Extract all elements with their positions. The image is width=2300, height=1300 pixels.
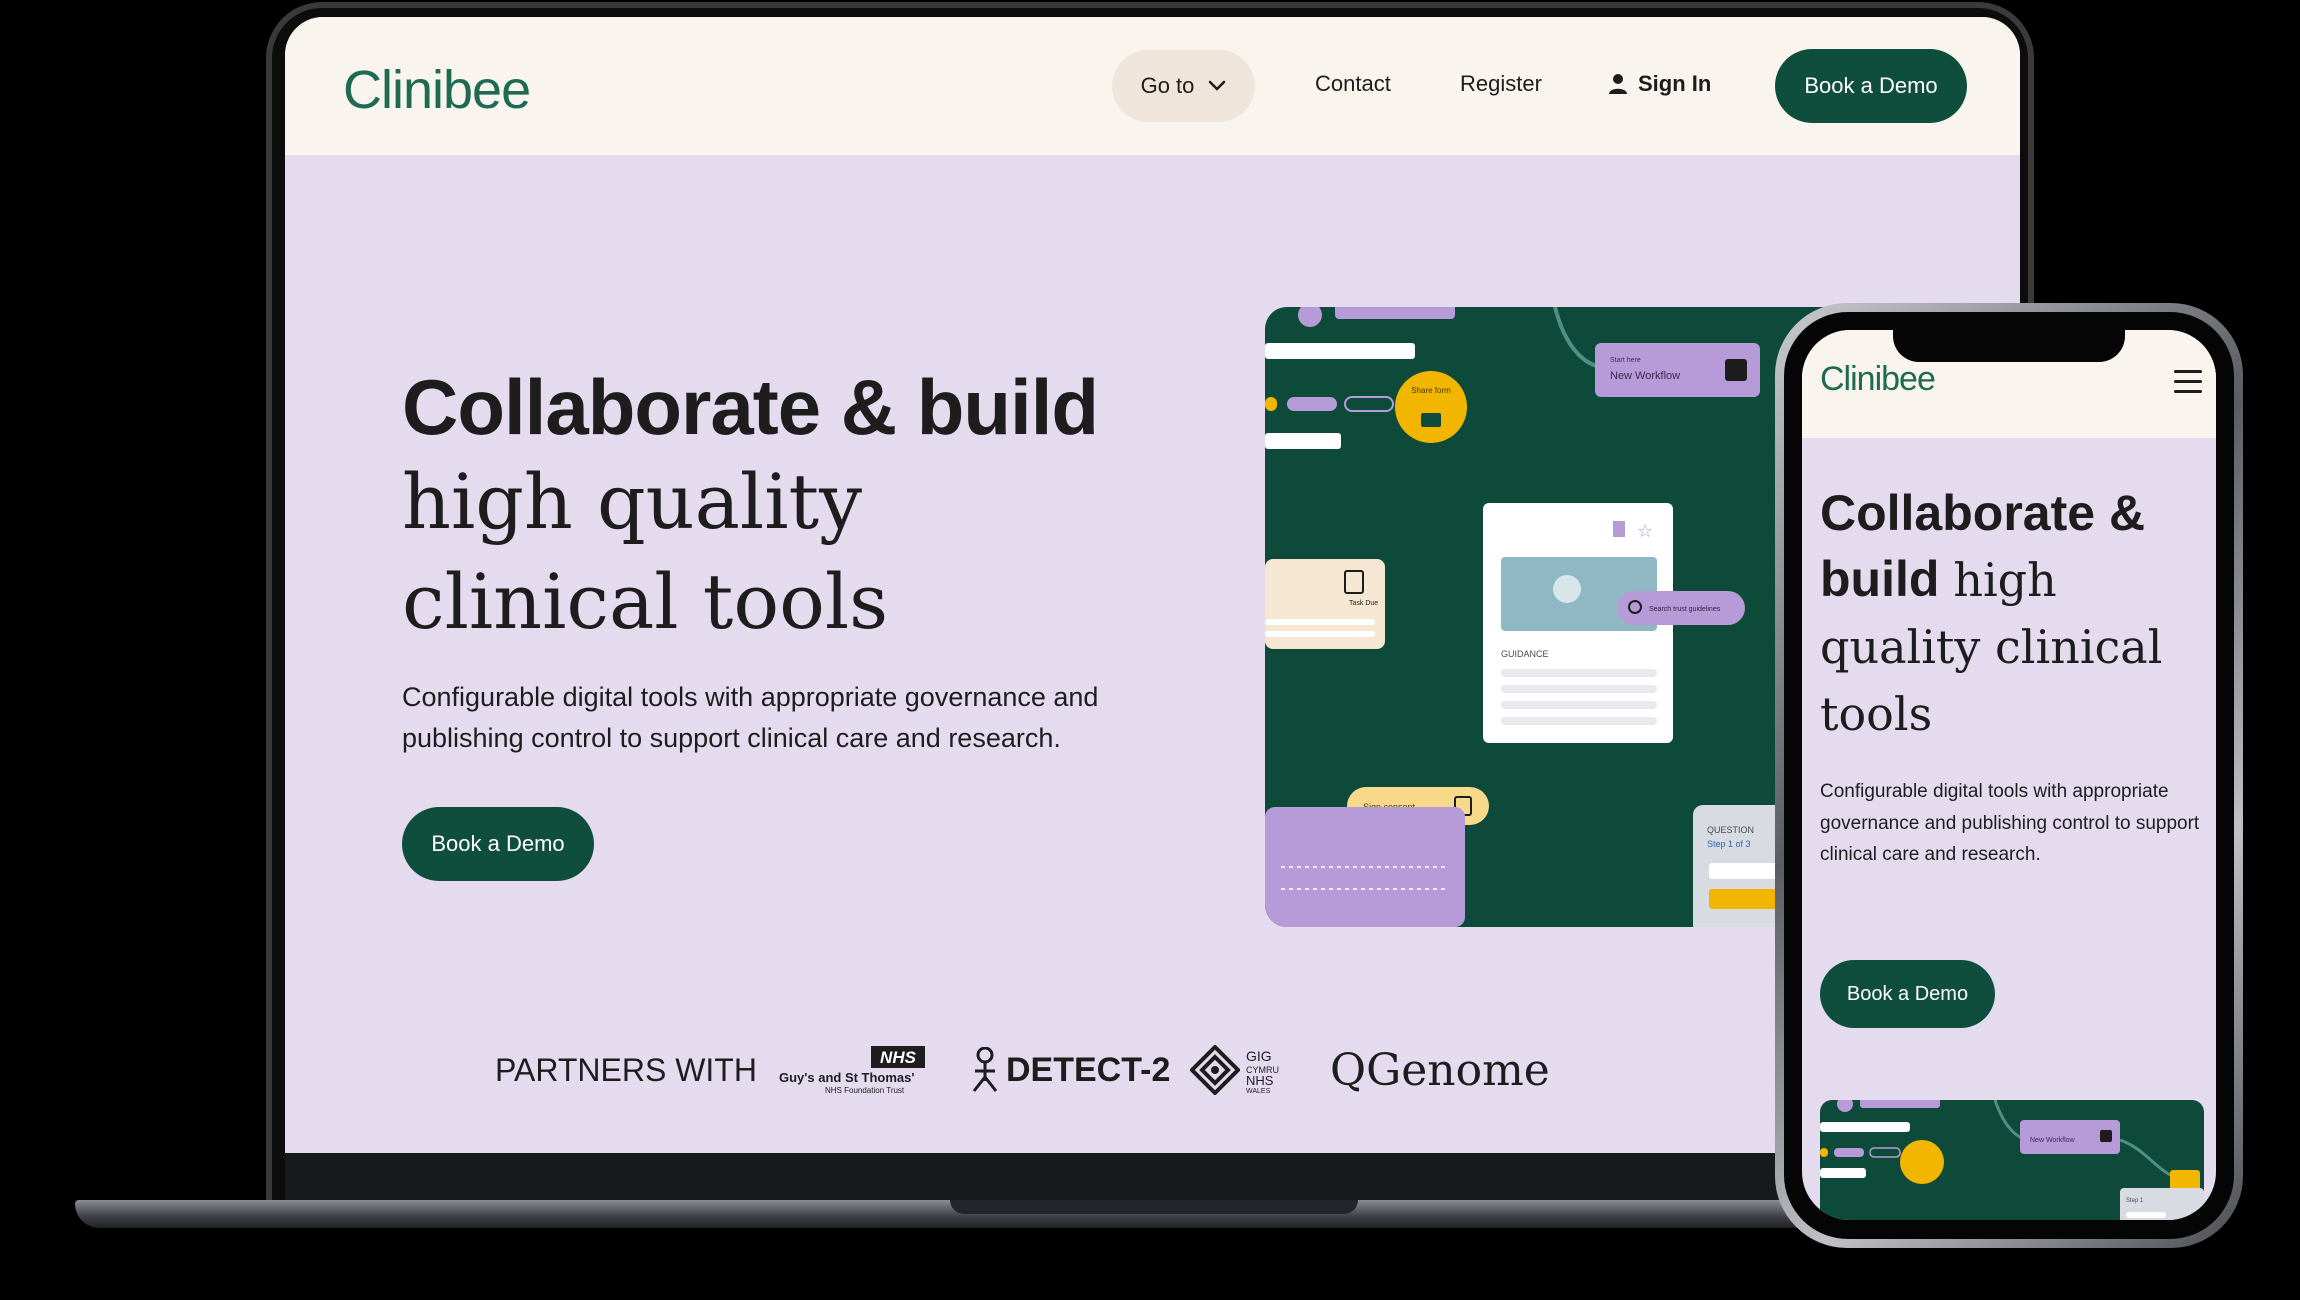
svg-text:Guy's and St Thomas': Guy's and St Thomas' bbox=[779, 1070, 914, 1085]
mobile-hero-heading: Collaborate & build high quality clinica… bbox=[1820, 480, 2210, 747]
goto-label: Go to bbox=[1140, 73, 1195, 98]
mobile-new-workflow-label: New Workflow bbox=[2030, 1137, 2076, 1144]
svg-text:NHS Foundation Trust: NHS Foundation Trust bbox=[825, 1086, 905, 1095]
signin-label: Sign In bbox=[1638, 71, 1712, 96]
hero-book-demo-button[interactable]: Book a Demo bbox=[402, 807, 594, 881]
header-book-demo-button[interactable]: Book a Demo bbox=[1775, 49, 1967, 123]
mobile-heading-bold1: Collaborate & bbox=[1820, 485, 2146, 541]
search-pill: Search trust guidelines bbox=[1617, 591, 1745, 625]
svg-text:NHS: NHS bbox=[880, 1048, 917, 1067]
mobile-hero-illustration: New Workflow Step 1 bbox=[1820, 1100, 2204, 1220]
signin-link[interactable]: Sign In bbox=[1608, 71, 1711, 97]
hero-subtitle: Configurable digital tools with appropri… bbox=[402, 682, 1099, 753]
new-workflow-label: New Workflow bbox=[1610, 370, 1680, 382]
search-guidelines-label: Search trust guidelines bbox=[1649, 606, 1721, 613]
detect2-logo: DETECT-2 bbox=[970, 1047, 1170, 1093]
guidance-label: GUIDANCE bbox=[1501, 649, 1549, 659]
detect2-emblem-icon bbox=[972, 1047, 998, 1092]
mobile-heading-serif3: tools bbox=[1820, 687, 1933, 741]
question-label: QUESTION bbox=[1707, 825, 1754, 835]
qgenome-logo: QGenome bbox=[1330, 1045, 1550, 1096]
mobile-heading-serif2: quality clinical bbox=[1820, 620, 2163, 674]
partners-label: PARTNERS WITH bbox=[495, 1052, 757, 1088]
next-section-band bbox=[285, 1153, 2020, 1202]
start-here-label: Start here bbox=[1610, 357, 1641, 364]
hero-heading-line1: Collaborate & build bbox=[402, 363, 1099, 451]
goto-dropdown[interactable]: Go to bbox=[1112, 50, 1255, 122]
site-header: Clinibee Go to Contact Register Sign In … bbox=[285, 17, 2020, 155]
hamburger-menu-icon[interactable] bbox=[2174, 370, 2202, 400]
mobile-heading-serif1: high bbox=[1953, 553, 2057, 607]
phone-screen: Clinibee Collaborate & build high qualit… bbox=[1802, 330, 2216, 1220]
nhs-wales-logo: GIG CYMRU NHS WALES bbox=[1190, 1045, 1286, 1095]
celtic-knot-icon bbox=[1190, 1045, 1240, 1095]
step-label: Step 1 of 3 bbox=[1707, 839, 1751, 849]
svg-text:NHS: NHS bbox=[1246, 1073, 1274, 1088]
nhs-logo: NHS Guy's and St Thomas' NHS Foundation … bbox=[779, 1046, 925, 1095]
hero-heading-line2: high quality bbox=[402, 457, 863, 546]
svg-text:GIG: GIG bbox=[1246, 1048, 1272, 1064]
new-workflow-card: Start here New Workflow bbox=[1595, 343, 1760, 397]
mobile-step-label: Step 1 bbox=[2126, 1198, 2144, 1204]
mobile-book-demo-button[interactable]: Book a Demo bbox=[1820, 960, 1995, 1028]
svg-text:WALES: WALES bbox=[1246, 1088, 1271, 1093]
mobile-site-logo[interactable]: Clinibee bbox=[1820, 360, 1936, 399]
site-logo[interactable]: Clinibee bbox=[343, 59, 531, 121]
hero-heading-line3: clinical tools bbox=[402, 557, 889, 646]
mobile-hero-subtitle: Configurable digital tools with appropri… bbox=[1820, 781, 2200, 865]
task-due-label: Task Due bbox=[1349, 600, 1378, 607]
laptop-screen: Clinibee Go to Contact Register Sign In … bbox=[285, 17, 2020, 1202]
svg-text:☆: ☆ bbox=[1637, 521, 1653, 542]
nav-register[interactable]: Register bbox=[1460, 71, 1542, 97]
mobile-heading-bold2: build bbox=[1820, 551, 1940, 607]
user-icon bbox=[1609, 74, 1627, 94]
phone-notch bbox=[1893, 324, 2125, 362]
nav-contact[interactable]: Contact bbox=[1315, 71, 1391, 97]
laptop-hinge bbox=[950, 1200, 1358, 1214]
chevron-down-icon bbox=[1209, 80, 1226, 91]
share-form-label: Share form bbox=[1411, 386, 1451, 395]
task-due-card: Task Due bbox=[1265, 559, 1385, 649]
